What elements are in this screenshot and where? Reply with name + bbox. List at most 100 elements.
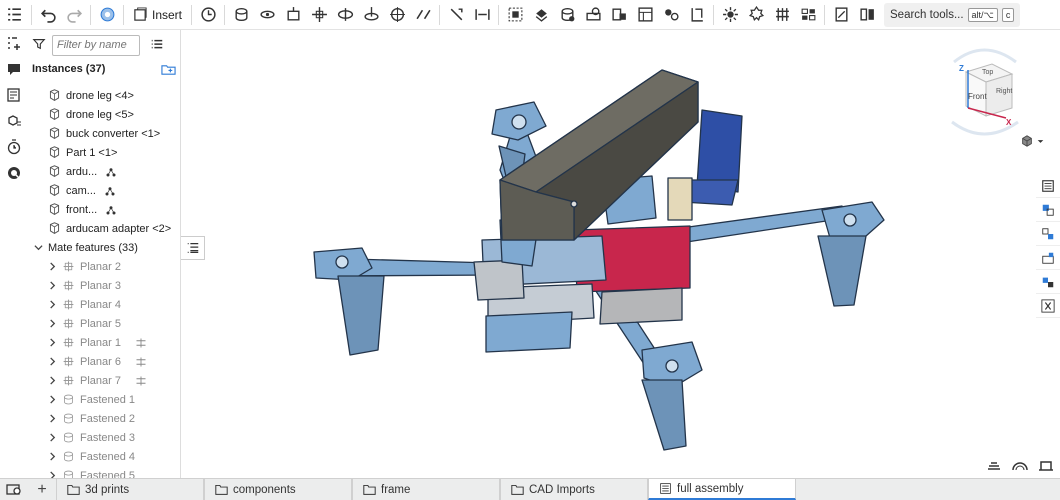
mate-row[interactable]: Planar 4	[28, 295, 180, 314]
mate-row[interactable]: Fastened 2	[28, 409, 180, 428]
chevron-right-icon[interactable]	[46, 262, 58, 271]
feature-list-icon[interactable]	[0, 2, 28, 28]
chevron-right-icon[interactable]	[46, 376, 58, 385]
mate-label: Planar 6	[80, 355, 121, 368]
chevron-right-icon[interactable]	[46, 319, 58, 328]
redo-icon[interactable]	[61, 2, 87, 28]
linear-relation-icon[interactable]	[632, 2, 658, 28]
mass-properties-icon[interactable]	[1036, 246, 1060, 270]
instance-row[interactable]: cam...	[28, 181, 180, 200]
filter-icon[interactable]	[32, 37, 48, 53]
animation-icon[interactable]	[0, 134, 28, 160]
replicate-icon[interactable]	[528, 2, 554, 28]
mate-row[interactable]: Planar 6	[28, 352, 180, 371]
folder-icon	[363, 484, 376, 495]
mate-features-header[interactable]: Mate features (33)	[28, 238, 180, 257]
section-view-icon[interactable]	[717, 2, 743, 28]
ball-mate-icon[interactable]	[384, 2, 410, 28]
add-tab-button[interactable]: +	[28, 479, 56, 500]
chevron-right-icon[interactable]	[46, 300, 58, 309]
measure-icon[interactable]	[684, 2, 710, 28]
chevron-right-icon[interactable]	[46, 338, 58, 347]
notes-icon[interactable]	[0, 82, 28, 108]
chevron-right-icon[interactable]	[46, 357, 58, 366]
chevron-right-icon[interactable]	[46, 414, 58, 423]
filter-input[interactable]	[52, 34, 140, 56]
drone-assembly-model[interactable]	[182, 30, 1035, 478]
revolute-mate-icon[interactable]	[254, 2, 280, 28]
display-mode-icon[interactable]	[986, 459, 1002, 474]
instance-row[interactable]: drone leg <4>	[28, 86, 180, 105]
fastened-mate-icon	[62, 431, 76, 445]
view-cube[interactable]: Top Front Right Z X	[944, 42, 1026, 142]
add-feature-icon[interactable]	[0, 30, 28, 56]
explode-icon[interactable]	[658, 2, 684, 28]
chevron-right-icon[interactable]	[46, 433, 58, 442]
rack-pinion-icon[interactable]	[580, 2, 606, 28]
search-tools-button[interactable]: Search tools... alt/⌥ c	[884, 2, 1021, 27]
instance-row[interactable]: arducam adapter <2>	[28, 219, 180, 238]
slider-mate-icon[interactable]	[280, 2, 306, 28]
tab-components[interactable]: components	[204, 479, 352, 500]
properties-icon[interactable]	[854, 2, 880, 28]
instance-row[interactable]: buck converter <1>	[28, 124, 180, 143]
appearance-icon[interactable]	[769, 2, 795, 28]
named-views-icon[interactable]	[743, 2, 769, 28]
chevron-right-icon[interactable]	[46, 395, 58, 404]
configurations-icon[interactable]	[795, 2, 821, 28]
group-icon[interactable]	[502, 2, 528, 28]
assembly-icon[interactable]	[1036, 198, 1060, 222]
search-docs-icon[interactable]	[6, 483, 22, 500]
mate-row[interactable]: Planar 5	[28, 314, 180, 333]
parallel-mate-icon[interactable]	[410, 2, 436, 28]
chevron-down-icon[interactable]	[32, 243, 44, 252]
instance-row[interactable]: drone leg <5>	[28, 105, 180, 124]
drawing-icon[interactable]	[828, 2, 854, 28]
chevron-right-icon[interactable]	[46, 471, 58, 478]
fastened-mate-icon[interactable]	[228, 2, 254, 28]
tab-3d-prints[interactable]: 3d prints	[56, 479, 204, 500]
comments-icon[interactable]	[0, 56, 28, 82]
mate-row[interactable]: Fastened 5	[28, 466, 180, 478]
instance-row[interactable]: front...	[28, 200, 180, 219]
section-mode-icon[interactable]	[1038, 459, 1054, 474]
chevron-right-icon[interactable]	[46, 452, 58, 461]
width-mate-icon[interactable]	[469, 2, 495, 28]
cylindrical-mate-icon[interactable]	[332, 2, 358, 28]
parts-icon[interactable]	[1036, 222, 1060, 246]
mate-row[interactable]: Planar 1	[28, 333, 180, 352]
tangent-mate-icon[interactable]	[443, 2, 469, 28]
undo-icon[interactable]	[35, 2, 61, 28]
mate-row[interactable]: Fastened 1	[28, 390, 180, 409]
gear-relation-icon[interactable]	[554, 2, 580, 28]
document-icon[interactable]	[1036, 174, 1060, 198]
mate-label: Fastened 1	[80, 393, 136, 406]
mate-row[interactable]: Planar 7	[28, 371, 180, 390]
view-options-icon[interactable]	[1020, 134, 1044, 148]
simulation-icon[interactable]	[0, 160, 28, 186]
screw-relation-icon[interactable]	[606, 2, 632, 28]
mate-row[interactable]: Planar 3	[28, 276, 180, 295]
render-mode-icon[interactable]	[1012, 459, 1028, 474]
planar-mate-icon[interactable]	[306, 2, 332, 28]
variables-icon[interactable]	[1036, 294, 1060, 318]
new-folder-icon[interactable]	[161, 62, 176, 77]
mate-connector-icon[interactable]	[195, 2, 221, 28]
chevron-right-icon[interactable]	[46, 281, 58, 290]
tab-full-assembly[interactable]: full assembly	[648, 479, 796, 500]
graphics-viewport[interactable]: Top Front Right Z X	[182, 30, 1044, 478]
mate-row[interactable]: Fastened 3	[28, 428, 180, 447]
instance-row[interactable]: ardu...	[28, 162, 180, 181]
list-view-icon[interactable]	[150, 38, 164, 52]
branch-icon[interactable]	[94, 2, 120, 28]
instance-row[interactable]: Part 1 <1>	[28, 143, 180, 162]
insert-button[interactable]: Insert	[127, 2, 188, 28]
mate-row[interactable]: Fastened 4	[28, 447, 180, 466]
bill-of-materials-icon[interactable]	[0, 108, 28, 134]
tab-frame[interactable]: frame	[352, 479, 500, 500]
instance-label: drone leg <5>	[66, 108, 134, 121]
tab-cad-imports[interactable]: CAD Imports	[500, 479, 648, 500]
lock-icon[interactable]	[1036, 270, 1060, 294]
pin-slot-mate-icon[interactable]	[358, 2, 384, 28]
mate-row[interactable]: Planar 2	[28, 257, 180, 276]
